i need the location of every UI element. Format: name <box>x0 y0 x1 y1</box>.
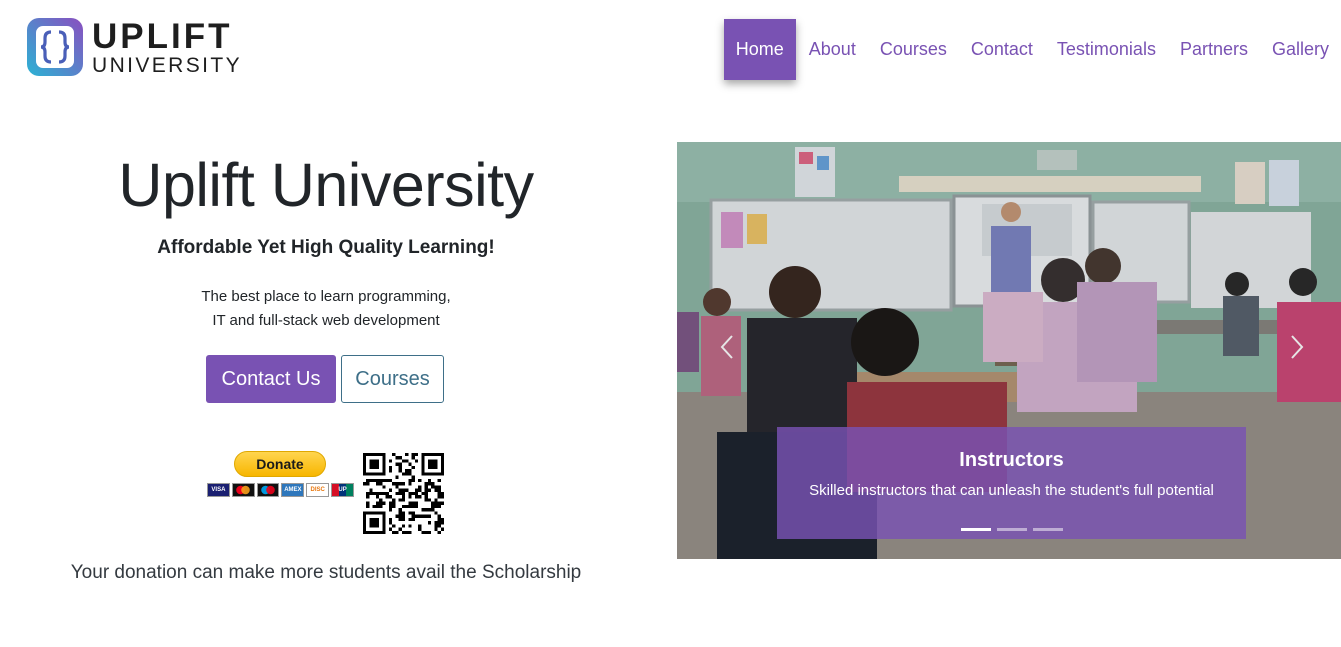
nav-item-about[interactable]: About <box>797 19 868 80</box>
brand-name-line1: UPLIFT <box>92 16 233 56</box>
nav-item-contact[interactable]: Contact <box>959 19 1045 80</box>
discover-card-icon: DISC <box>306 483 330 497</box>
hero-carousel[interactable]: Instructors Skilled instructors that can… <box>677 142 1341 559</box>
hero-description-line1: The best place to learn programming, <box>201 288 451 305</box>
nav-item-partners[interactable]: Partners <box>1168 19 1260 80</box>
carousel-next-button[interactable] <box>1281 332 1311 362</box>
hero-description-line2: IT and full-stack web development <box>212 312 440 329</box>
chevron-right-icon <box>1291 335 1304 359</box>
chevron-left-icon <box>720 335 733 359</box>
maestro-card-icon <box>256 483 280 497</box>
courses-button[interactable]: Courses <box>341 355 444 403</box>
nav-item-home[interactable]: Home <box>723 19 796 80</box>
main-nav: Home About Courses Contact Testimonials … <box>723 19 1341 80</box>
nav-item-courses[interactable]: Courses <box>868 19 959 80</box>
donation-qr-code <box>363 453 444 534</box>
carousel-prev-button[interactable] <box>713 332 743 362</box>
payment-cards: VISA AMEX DISC UP <box>207 483 354 497</box>
visa-card-icon: VISA <box>207 483 230 497</box>
carousel-indicator-3[interactable] <box>1032 528 1063 531</box>
logo-brace-icon <box>26 17 84 77</box>
brand-name-line2: UNIVERSITY <box>92 53 243 77</box>
donation-note: Your donation can make more students ava… <box>70 562 582 583</box>
amex-card-icon: AMEX <box>281 483 305 497</box>
nav-item-testimonials[interactable]: Testimonials <box>1045 19 1168 80</box>
nav-item-gallery[interactable]: Gallery <box>1260 19 1341 80</box>
brand-logo[interactable]: UPLIFT UNIVERSITY <box>26 17 242 77</box>
contact-us-button[interactable]: Contact Us <box>206 355 336 403</box>
paypal-donate: Donate VISA AMEX DISC UP <box>207 451 354 497</box>
caption-title: Instructors <box>959 449 1064 471</box>
hero-tagline: Affordable Yet High Quality Learning! <box>157 237 495 258</box>
donate-button[interactable]: Donate <box>234 451 326 477</box>
carousel-indicator-1[interactable] <box>960 528 991 531</box>
caption-text: Skilled instructors that can unleash the… <box>809 482 1214 499</box>
carousel-indicators <box>777 528 1246 531</box>
unionpay-card-icon: UP <box>331 483 354 497</box>
hero-description: The best place to learn programming, IT … <box>0 285 652 333</box>
carousel-caption: Instructors Skilled instructors that can… <box>777 427 1246 539</box>
carousel-indicator-2[interactable] <box>996 528 1027 531</box>
mastercard-icon <box>231 483 255 497</box>
hero-title: Uplift University <box>118 151 534 219</box>
